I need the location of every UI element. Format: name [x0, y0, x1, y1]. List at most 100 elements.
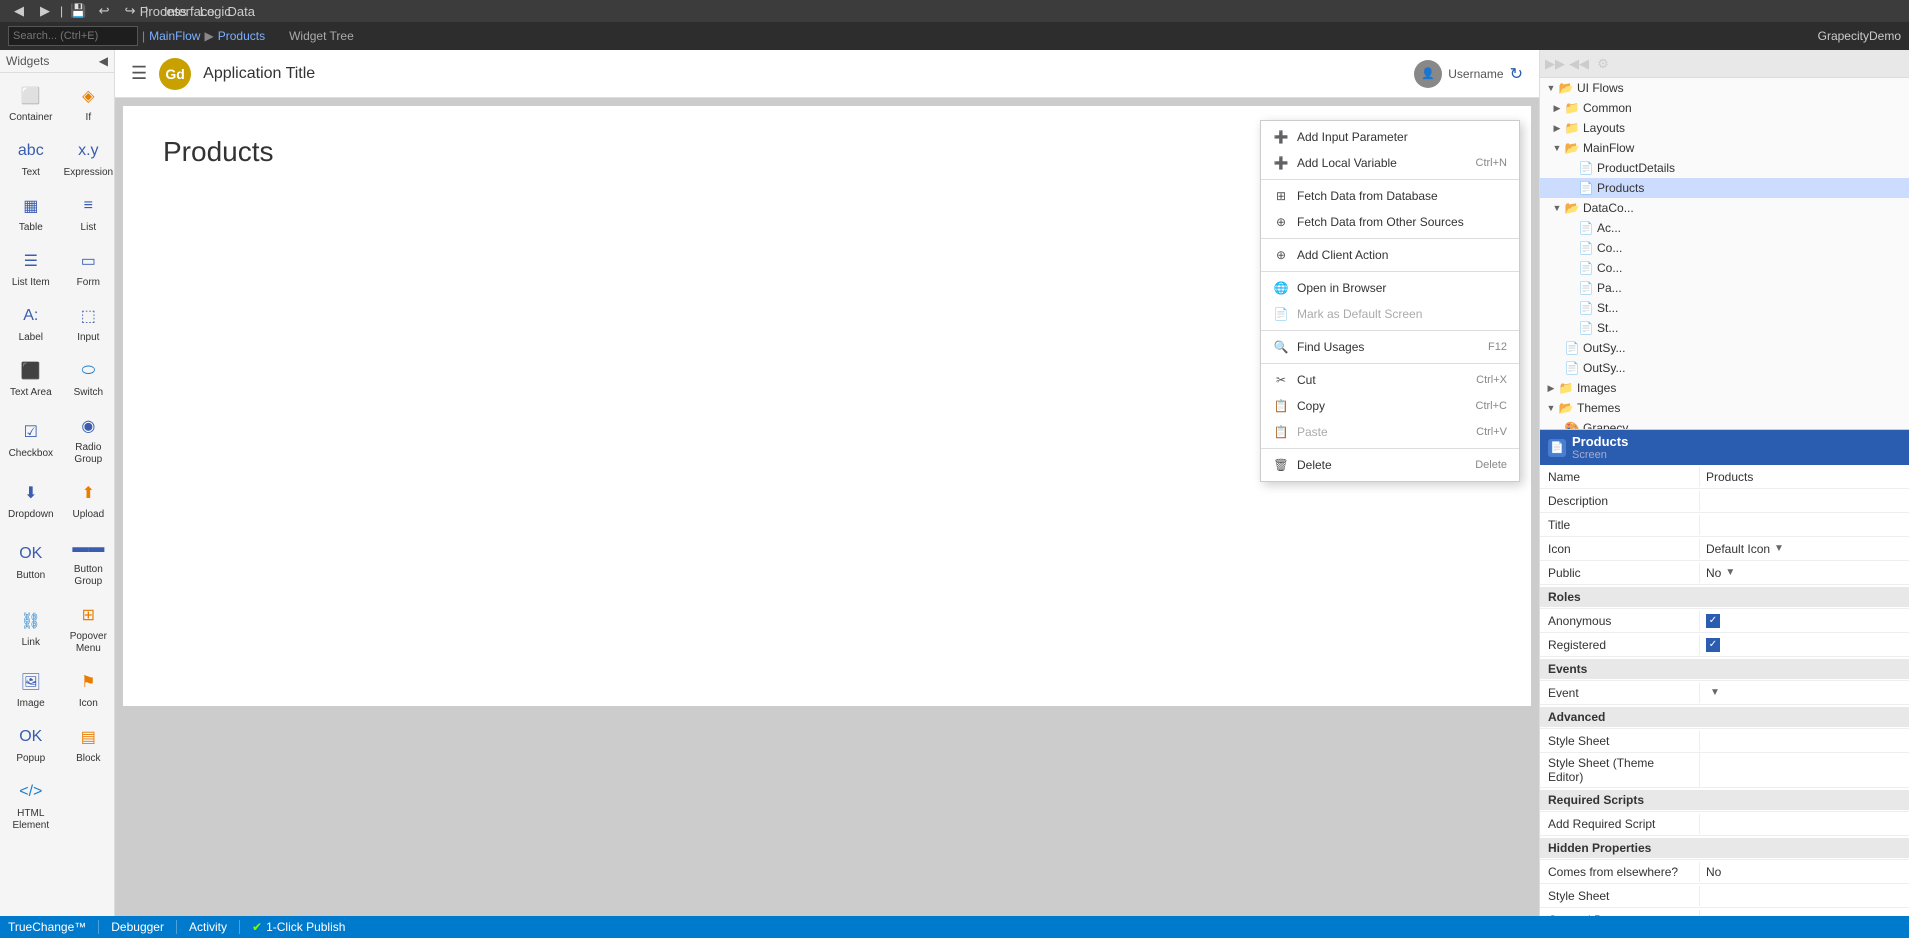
widget-expression[interactable]: x.yExpression: [60, 132, 115, 185]
ctx-add-client-action[interactable]: ⊕Add Client Action: [1261, 242, 1519, 268]
tree-item-datacollection[interactable]: ▼📂DataCo...: [1540, 198, 1909, 218]
widget-form[interactable]: ▭Form: [60, 242, 115, 295]
layouts-text: Layouts: [1583, 121, 1625, 135]
breadcrumb-products[interactable]: Products: [218, 29, 265, 43]
tree-item-pa[interactable]: 📄Pa...: [1540, 278, 1909, 298]
debugger-status[interactable]: Debugger: [111, 920, 164, 934]
tree-filter-btn[interactable]: ⚙: [1592, 53, 1614, 75]
props-value-4[interactable]: No ▼: [1700, 563, 1909, 583]
copy-label: Copy: [1297, 399, 1468, 413]
st2-icon: 📄: [1578, 320, 1594, 336]
activity-status[interactable]: Activity: [189, 920, 227, 934]
widget-upload[interactable]: ⬆Upload: [60, 474, 115, 527]
props-section-label-13: Required Scripts: [1540, 790, 1909, 810]
publish-status[interactable]: ✔ 1-Click Publish: [252, 920, 345, 934]
popover-menu-label: Popover Menu: [64, 631, 113, 655]
back-btn[interactable]: ◀: [8, 0, 30, 22]
logic-btn[interactable]: Logic: [204, 0, 226, 22]
widget-list[interactable]: ≡List: [60, 187, 115, 240]
tree-item-themes[interactable]: ▼📂Themes: [1540, 398, 1909, 418]
tree-item-mainflow[interactable]: ▼📂MainFlow: [1540, 138, 1909, 158]
tree-item-grapecy[interactable]: 🎨Grapecy...: [1540, 418, 1909, 429]
props-value-6[interactable]: ✓: [1700, 611, 1909, 631]
props-value-7[interactable]: ✓: [1700, 635, 1909, 655]
props-checkbox-7[interactable]: ✓: [1706, 638, 1720, 652]
themes-text: Themes: [1577, 401, 1620, 415]
ctx-cut[interactable]: ✂CutCtrl+X: [1261, 367, 1519, 393]
widget-button[interactable]: OKButton: [4, 529, 58, 594]
props-label-7: Registered: [1540, 635, 1700, 655]
tree-collapse-btn[interactable]: ▶▶: [1544, 53, 1566, 75]
widget-html-element[interactable]: </>HTML Element: [4, 773, 58, 838]
tree-item-outsy2[interactable]: 📄OutSy...: [1540, 358, 1909, 378]
sep3-sep: [1261, 271, 1519, 272]
widget-list-item[interactable]: ☰List Item: [4, 242, 58, 295]
add-local-var-label: Add Local Variable: [1297, 156, 1468, 170]
widget-button-group[interactable]: ▬▬Button Group: [60, 529, 115, 594]
undo-btn[interactable]: ↩: [93, 0, 115, 22]
widget-input[interactable]: ⬚Input: [60, 297, 115, 350]
tree-item-ac[interactable]: 📄Ac...: [1540, 218, 1909, 238]
tree-item-co2[interactable]: 📄Co...: [1540, 258, 1909, 278]
ctx-open-browser[interactable]: 🌐Open in Browser: [1261, 275, 1519, 301]
forward-btn[interactable]: ▶: [34, 0, 56, 22]
widget-popup[interactable]: OKPopup: [4, 718, 58, 771]
tree-item-layouts[interactable]: ▶📁Layouts: [1540, 118, 1909, 138]
ctx-delete[interactable]: 🗑DeleteDelete: [1261, 452, 1519, 478]
tree-item-products[interactable]: 📄Products: [1540, 178, 1909, 198]
interface-btn[interactable]: Interface: [178, 0, 200, 22]
props-row-18: Created By: [1540, 908, 1909, 916]
ctx-find-usages[interactable]: 🔍Find UsagesF12: [1261, 334, 1519, 360]
table-icon: ▦: [18, 193, 44, 219]
tree-expand-btn[interactable]: ◀◀: [1568, 53, 1590, 75]
widget-textarea[interactable]: ⬛Text Area: [4, 352, 58, 405]
ctx-add-input-param[interactable]: ➕Add Input Parameter: [1261, 124, 1519, 150]
data-btn[interactable]: Data: [230, 0, 252, 22]
paste-icon: 📋: [1273, 424, 1289, 440]
collapse-panel-btn[interactable]: ◀: [99, 54, 108, 68]
widget-table[interactable]: ▦Table: [4, 187, 58, 240]
widget-if[interactable]: ◈If: [60, 77, 115, 130]
label-icon: A:: [18, 303, 44, 329]
truechange-status[interactable]: TrueChange™: [8, 920, 86, 934]
tree-item-common[interactable]: ▶📁Common: [1540, 98, 1909, 118]
tree-item-co1[interactable]: 📄Co...: [1540, 238, 1909, 258]
ctx-add-local-var[interactable]: ➕Add Local VariableCtrl+N: [1261, 150, 1519, 176]
widget-checkbox[interactable]: ☑Checkbox: [4, 407, 58, 472]
tree-item-images[interactable]: ▶📁Images: [1540, 378, 1909, 398]
cut-label: Cut: [1297, 373, 1468, 387]
widget-image[interactable]: 🖼Image: [4, 663, 58, 716]
tree-item-ui-flows[interactable]: ▼📂UI Flows: [1540, 78, 1909, 98]
tree-item-st2[interactable]: 📄St...: [1540, 318, 1909, 338]
ctx-fetch-db[interactable]: ⊞Fetch Data from Database: [1261, 183, 1519, 209]
hamburger-icon[interactable]: ☰: [131, 63, 147, 84]
search-input[interactable]: [8, 26, 138, 46]
tree-item-st1[interactable]: 📄St...: [1540, 298, 1909, 318]
breadcrumb-mainflow[interactable]: MainFlow: [149, 29, 200, 43]
props-value-16: No: [1700, 862, 1909, 882]
props-value-9[interactable]: ▼: [1700, 684, 1909, 701]
widget-popover-menu[interactable]: ⊞Popover Menu: [60, 596, 115, 661]
props-value-3[interactable]: Default Icon ▼: [1700, 539, 1909, 559]
ctx-copy[interactable]: 📋CopyCtrl+C: [1261, 393, 1519, 419]
tree-item-productdetails[interactable]: 📄ProductDetails: [1540, 158, 1909, 178]
props-subtitle: Screen: [1572, 449, 1628, 461]
widget-label[interactable]: A:Label: [4, 297, 58, 350]
widget-container[interactable]: ⬜Container: [4, 77, 58, 130]
widget-block[interactable]: ▤Block: [60, 718, 115, 771]
redo-btn[interactable]: ↪: [119, 0, 141, 22]
save-btn[interactable]: 💾: [67, 0, 89, 22]
props-label-16: Comes from elsewhere?: [1540, 862, 1700, 882]
widget-switch[interactable]: ⬭Switch: [60, 352, 115, 405]
widget-icon[interactable]: ⚑Icon: [60, 663, 115, 716]
props-checkbox-6[interactable]: ✓: [1706, 614, 1720, 628]
refresh-btn[interactable]: ↻: [1510, 64, 1523, 84]
ctx-fetch-other[interactable]: ⊕Fetch Data from Other Sources: [1261, 209, 1519, 235]
widget-link[interactable]: ⛓Link: [4, 596, 58, 661]
fetch-other-label: Fetch Data from Other Sources: [1297, 215, 1499, 229]
tree-item-outsy1[interactable]: 📄OutSy...: [1540, 338, 1909, 358]
sep6-sep: [1261, 448, 1519, 449]
widget-radio-group[interactable]: ◉Radio Group: [60, 407, 115, 472]
widget-text[interactable]: abcText: [4, 132, 58, 185]
widget-dropdown[interactable]: ⬇Dropdown: [4, 474, 58, 527]
